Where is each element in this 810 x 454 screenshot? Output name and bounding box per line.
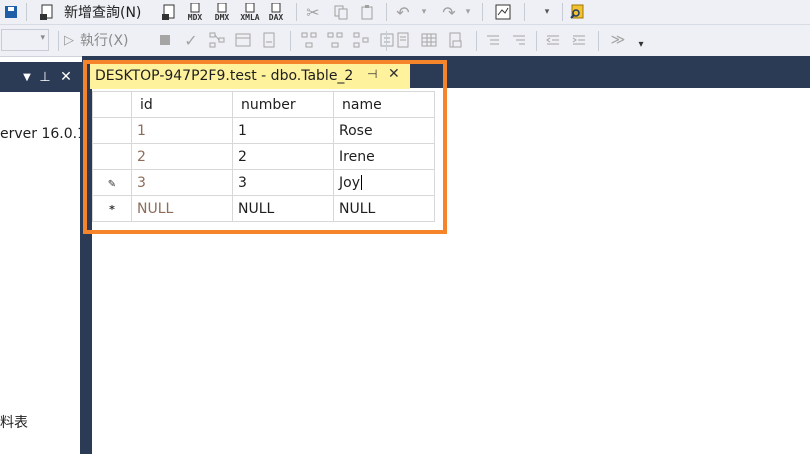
display-plan-icon[interactable] (206, 29, 228, 51)
client-statistics-icon[interactable] (350, 29, 372, 51)
row-selector[interactable]: * (92, 195, 132, 222)
new-query-button[interactable]: 新增查詢(N) (64, 2, 141, 22)
standard-toolbar: 新增查詢(N) MDX DMX XMLA DAX ✂ ↶ ▾ ↷ ▾ ▾ (0, 0, 810, 25)
object-explorer-header: ▼ ⊥ ✕ (0, 62, 80, 92)
cell-name-value: Joy (339, 174, 360, 191)
execute-button[interactable]: ▷ 執行(X) (64, 29, 129, 51)
intellisense-icon[interactable] (258, 29, 280, 51)
undo-dropdown-icon[interactable]: ▾ (418, 1, 430, 23)
toolbar2-overflow-icon[interactable]: ▾ (634, 35, 648, 53)
copy-icon[interactable] (330, 1, 352, 23)
document-tab-title: DESKTOP-947P2F9.test - dbo.Table_2 (95, 68, 354, 84)
object-explorer-tree: erver 16.0.1 料表 (0, 92, 86, 454)
column-header-number[interactable]: number (232, 91, 334, 118)
query-file-icon[interactable] (158, 1, 180, 23)
cell-name[interactable]: NULL (333, 195, 435, 222)
new-query-icon[interactable] (36, 1, 58, 23)
pin-icon[interactable]: ⊥ (38, 66, 52, 88)
xmla-query-button[interactable]: XMLA (236, 0, 264, 24)
results-to-file-icon[interactable] (444, 29, 466, 51)
database-dropdown[interactable]: ▾ (0, 29, 50, 51)
window-position-dropdown-icon[interactable]: ▼ (20, 66, 34, 88)
cell-number[interactable]: 3 (232, 169, 334, 196)
pencil-icon: ✎ (107, 178, 117, 190)
column-header-id[interactable]: id (131, 91, 233, 118)
row-selector[interactable]: ✎ (92, 169, 132, 196)
uncomment-icon[interactable] (508, 29, 530, 51)
dax-query-button[interactable]: DAX (264, 0, 288, 24)
results-grid: id number name 1 1 Rose 2 2 Irene ✎ 3 3 … (92, 91, 435, 222)
stop-icon[interactable] (154, 29, 176, 51)
row-selector[interactable] (92, 117, 132, 144)
dmx-query-button[interactable]: DMX (210, 0, 234, 24)
estimated-plan-icon[interactable] (298, 29, 320, 51)
decrease-indent-icon[interactable] (542, 29, 564, 51)
specify-template-values-icon[interactable]: ≫ (606, 29, 630, 51)
cell-id[interactable]: 3 (131, 169, 233, 196)
cell-id[interactable]: 2 (131, 143, 233, 170)
query-options-icon[interactable] (232, 29, 254, 51)
undo-icon[interactable]: ↶ (392, 1, 414, 23)
cell-name[interactable]: Irene (333, 143, 435, 170)
cell-number[interactable]: NULL (232, 195, 334, 222)
document-left-margin (82, 56, 92, 454)
tab-pin-icon[interactable]: ⊣ (367, 67, 377, 81)
toolbar-overflow-icon[interactable]: ▾ (540, 1, 554, 23)
table-row-editing: ✎ 3 3 Joy (92, 169, 435, 196)
tables-node-label[interactable]: 料表 (0, 412, 28, 432)
mdx-query-button[interactable]: MDX (183, 0, 207, 24)
table-row-new: * NULL NULL NULL (92, 195, 435, 222)
server-node-label[interactable]: erver 16.0.1 (0, 126, 86, 142)
close-icon[interactable]: ✕ (58, 66, 74, 88)
search-icon[interactable] (566, 1, 588, 23)
paste-icon[interactable] (356, 1, 378, 23)
cut-icon[interactable]: ✂ (302, 1, 324, 23)
actual-plan-icon[interactable] (324, 29, 346, 51)
play-icon: ▷ (64, 32, 74, 48)
parse-checkmark-icon[interactable]: ✓ (180, 29, 202, 51)
save-icon[interactable] (0, 1, 22, 23)
results-to-grid-icon[interactable] (418, 29, 440, 51)
table-row: 1 1 Rose (92, 117, 435, 144)
sql-editor-toolbar: ▾ ▷ 執行(X) ✓ ≫ ▾ (0, 25, 810, 57)
cell-id[interactable]: NULL (131, 195, 233, 222)
cell-number[interactable]: 1 (232, 117, 334, 144)
increase-indent-icon[interactable] (568, 29, 590, 51)
redo-dropdown-icon[interactable]: ▾ (462, 1, 474, 23)
column-header-name[interactable]: name (333, 91, 435, 118)
grid-header-row: id number name (92, 91, 435, 118)
new-row-star-icon: * (109, 202, 115, 216)
cell-number[interactable]: 2 (232, 143, 334, 170)
activity-monitor-icon[interactable] (492, 1, 514, 23)
table-document-tab[interactable]: DESKTOP-947P2F9.test - dbo.Table_2 ⊣ ✕ (90, 63, 410, 89)
table-row: 2 2 Irene (92, 143, 435, 170)
cell-name-editing[interactable]: Joy (333, 169, 435, 196)
comment-out-icon[interactable] (482, 29, 504, 51)
text-caret (360, 174, 362, 190)
results-to-text-icon[interactable] (392, 29, 414, 51)
redo-icon[interactable]: ↷ (438, 1, 460, 23)
row-header-corner[interactable] (92, 91, 132, 118)
cell-id[interactable]: 1 (131, 117, 233, 144)
chevron-down-icon: ▾ (40, 33, 45, 43)
row-selector[interactable] (92, 143, 132, 170)
tab-close-icon[interactable]: ✕ (388, 66, 400, 82)
cell-name[interactable]: Rose (333, 117, 435, 144)
